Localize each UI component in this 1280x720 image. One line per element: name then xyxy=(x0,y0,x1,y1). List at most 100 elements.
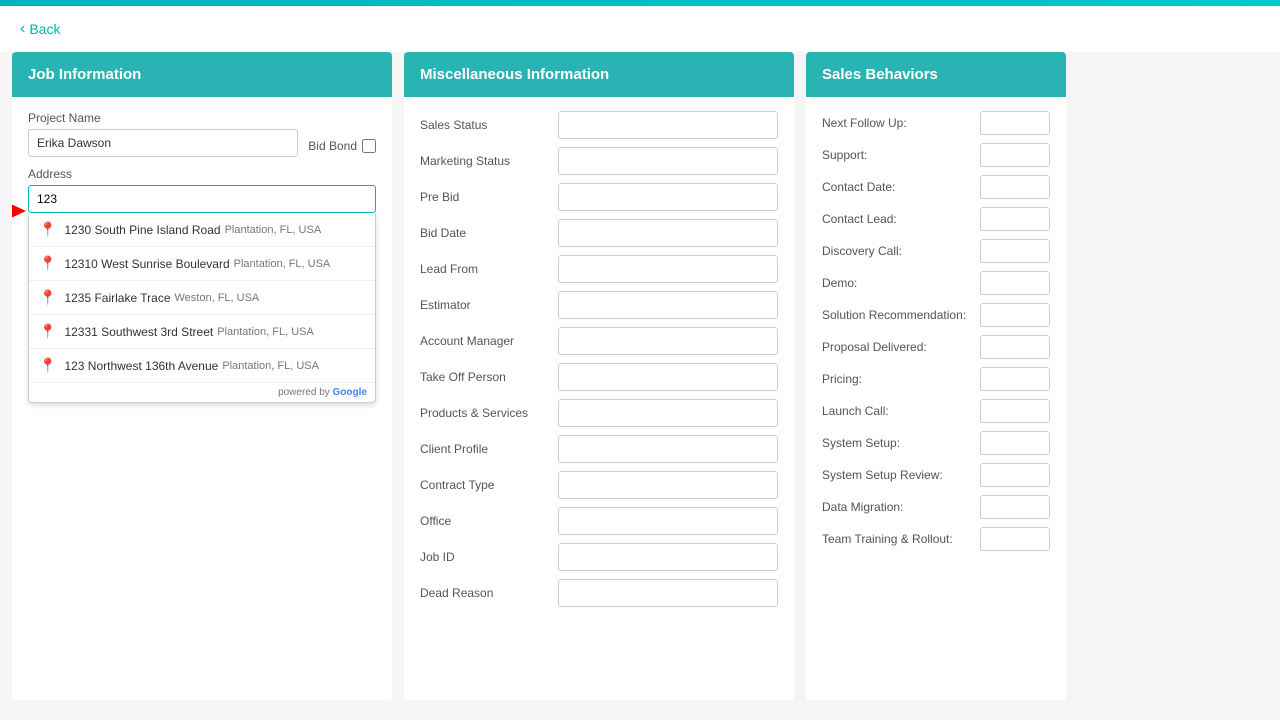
misc-input-8[interactable] xyxy=(558,399,778,427)
autocomplete-item-0[interactable]: 📍 1230 South Pine Island Road Plantation… xyxy=(29,213,375,247)
sales-input-2[interactable] xyxy=(980,175,1050,199)
sales-label-13: Team Training & Rollout: xyxy=(822,532,974,546)
misc-input-9[interactable] xyxy=(558,435,778,463)
autocomplete-item-2[interactable]: 📍 1235 Fairlake Trace Weston, FL, USA xyxy=(29,281,375,315)
sales-label-3: Contact Lead: xyxy=(822,212,974,226)
pin-icon-1: 📍 xyxy=(39,255,56,272)
address-wrapper: 📍 1230 South Pine Island Road Plantation… xyxy=(28,185,376,213)
sales-field-row-8: Pricing: xyxy=(822,367,1050,391)
bid-bond-label: Bid Bond xyxy=(308,139,357,153)
autocomplete-main-1: 12310 West Sunrise Boulevard xyxy=(64,257,229,271)
misc-input-0[interactable] xyxy=(558,111,778,139)
sales-label-0: Next Follow Up: xyxy=(822,116,974,130)
misc-label-11: Office xyxy=(420,514,550,528)
autocomplete-main-0: 1230 South Pine Island Road xyxy=(64,223,220,237)
misc-input-6[interactable] xyxy=(558,327,778,355)
sales-input-4[interactable] xyxy=(980,239,1050,263)
sales-input-6[interactable] xyxy=(980,303,1050,327)
misc-field-row-5: Estimator xyxy=(420,291,778,319)
sales-input-0[interactable] xyxy=(980,111,1050,135)
project-name-wrap: Project Name xyxy=(28,111,298,157)
autocomplete-sub-4: Plantation, FL, USA xyxy=(222,360,319,372)
misc-input-5[interactable] xyxy=(558,291,778,319)
red-arrow xyxy=(12,199,26,226)
autocomplete-dropdown: 📍 1230 South Pine Island Road Plantation… xyxy=(28,213,376,403)
misc-field-row-1: Marketing Status xyxy=(420,147,778,175)
pin-icon-4: 📍 xyxy=(39,357,56,374)
misc-label-8: Products & Services xyxy=(420,406,550,420)
sales-input-13[interactable] xyxy=(980,527,1050,551)
sales-field-row-0: Next Follow Up: xyxy=(822,111,1050,135)
project-name-input[interactable] xyxy=(28,129,298,157)
misc-field-row-11: Office xyxy=(420,507,778,535)
misc-input-11[interactable] xyxy=(558,507,778,535)
back-label: Back xyxy=(29,21,60,37)
sales-input-8[interactable] xyxy=(980,367,1050,391)
sales-input-10[interactable] xyxy=(980,431,1050,455)
sales-label-7: Proposal Delivered: xyxy=(822,340,974,354)
autocomplete-item-1[interactable]: 📍 12310 West Sunrise Boulevard Plantatio… xyxy=(29,247,375,281)
address-input[interactable] xyxy=(28,185,376,213)
misc-label-10: Contract Type xyxy=(420,478,550,492)
misc-label-4: Lead From xyxy=(420,262,550,276)
pin-icon-0: 📍 xyxy=(39,221,56,238)
sales-label-9: Launch Call: xyxy=(822,404,974,418)
misc-field-row-13: Dead Reason xyxy=(420,579,778,607)
misc-label-9: Client Profile xyxy=(420,442,550,456)
job-information-body: Project Name Bid Bond Address xyxy=(12,97,392,695)
sales-input-7[interactable] xyxy=(980,335,1050,359)
misc-label-12: Job ID xyxy=(420,550,550,564)
misc-label-1: Marketing Status xyxy=(420,154,550,168)
bid-bond-checkbox[interactable] xyxy=(362,139,376,153)
autocomplete-sub-3: Plantation, FL, USA xyxy=(217,326,314,338)
sales-label-6: Solution Recommendation: xyxy=(822,308,974,322)
autocomplete-main-2: 1235 Fairlake Trace xyxy=(64,291,170,305)
misc-label-3: Bid Date xyxy=(420,226,550,240)
sales-label-11: System Setup Review: xyxy=(822,468,974,482)
misc-input-12[interactable] xyxy=(558,543,778,571)
address-container: 📍 1230 South Pine Island Road Plantation… xyxy=(28,185,376,213)
sales-label-10: System Setup: xyxy=(822,436,974,450)
misc-label-6: Account Manager xyxy=(420,334,550,348)
misc-field-row-9: Client Profile xyxy=(420,435,778,463)
sales-label-8: Pricing: xyxy=(822,372,974,386)
misc-label-5: Estimator xyxy=(420,298,550,312)
sales-behaviors-panel: Sales Behaviors Next Follow Up:Support:C… xyxy=(806,52,1066,700)
autocomplete-item-4[interactable]: 📍 123 Northwest 136th Avenue Plantation,… xyxy=(29,349,375,383)
misc-input-13[interactable] xyxy=(558,579,778,607)
misc-field-row-4: Lead From xyxy=(420,255,778,283)
sales-input-12[interactable] xyxy=(980,495,1050,519)
misc-field-row-12: Job ID xyxy=(420,543,778,571)
misc-input-3[interactable] xyxy=(558,219,778,247)
misc-information-body: Sales Status Marketing Status Pre Bid Bid D… xyxy=(404,97,794,695)
sales-field-row-1: Support: xyxy=(822,143,1050,167)
misc-input-10[interactable] xyxy=(558,471,778,499)
misc-input-7[interactable] xyxy=(558,363,778,391)
misc-input-2[interactable] xyxy=(558,183,778,211)
misc-label-13: Dead Reason xyxy=(420,586,550,600)
powered-by: powered by Google xyxy=(29,383,375,402)
misc-input-4[interactable] xyxy=(558,255,778,283)
sales-input-5[interactable] xyxy=(980,271,1050,295)
misc-label-0: Sales Status xyxy=(420,118,550,132)
misc-information-panel: Miscellaneous Information Sales StatusMa… xyxy=(404,52,794,700)
sales-field-row-4: Discovery Call: xyxy=(822,239,1050,263)
sales-input-3[interactable] xyxy=(980,207,1050,231)
misc-label-2: Pre Bid xyxy=(420,190,550,204)
sales-input-11[interactable] xyxy=(980,463,1050,487)
sales-label-2: Contact Date: xyxy=(822,180,974,194)
sales-label-1: Support: xyxy=(822,148,974,162)
back-link[interactable]: ‹ Back xyxy=(0,6,1280,52)
sales-field-row-10: System Setup: xyxy=(822,431,1050,455)
sales-input-9[interactable] xyxy=(980,399,1050,423)
misc-input-1[interactable] xyxy=(558,147,778,175)
project-name-row: Project Name Bid Bond xyxy=(28,111,376,157)
sales-input-1[interactable] xyxy=(980,143,1050,167)
autocomplete-sub-1: Plantation, FL, USA xyxy=(234,258,331,270)
sales-label-5: Demo: xyxy=(822,276,974,290)
autocomplete-item-3[interactable]: 📍 12331 Southwest 3rd Street Plantation,… xyxy=(29,315,375,349)
misc-field-row-10: Contract Type xyxy=(420,471,778,499)
back-arrow-icon: ‹ xyxy=(20,20,25,38)
job-information-header: Job Information xyxy=(12,52,392,97)
misc-field-row-6: Account Manager xyxy=(420,327,778,355)
